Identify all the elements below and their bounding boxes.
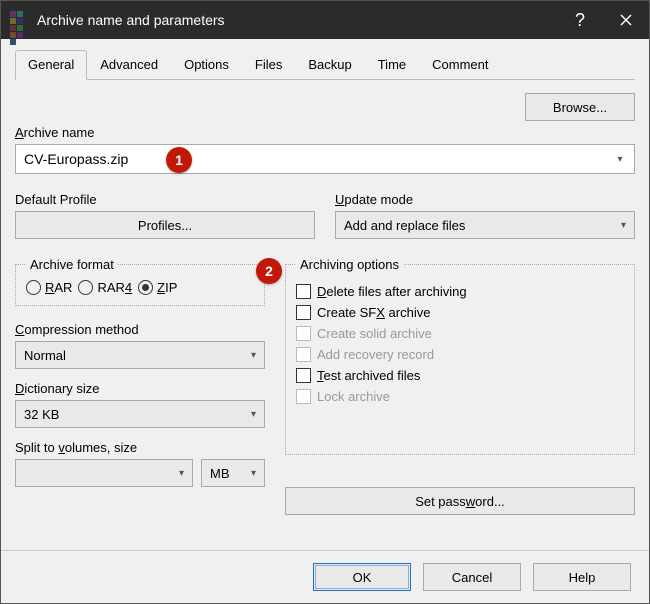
archive-name-input[interactable]: ▾ 1 [15, 144, 635, 174]
dialog-window: Archive name and parameters ? GeneralAdv… [0, 0, 650, 604]
tab-time[interactable]: Time [365, 50, 419, 79]
help-button[interactable]: Help [533, 563, 631, 591]
tab-files[interactable]: Files [242, 50, 295, 79]
update-mode-label: Update mode [335, 192, 635, 207]
split-unit-select[interactable]: MB ▾ [201, 459, 265, 487]
dictionary-select[interactable]: 32 KB ▾ [15, 400, 265, 428]
set-password-button[interactable]: Set password... [285, 487, 635, 515]
split-label: Split to volumes, size [15, 440, 265, 455]
chevron-down-icon[interactable]: ▾ [251, 468, 256, 479]
dialog-footer: OK Cancel Help [1, 550, 649, 603]
chevron-down-icon[interactable]: ▾ [251, 409, 256, 420]
chevron-down-icon[interactable]: ▾ [612, 154, 628, 165]
chevron-down-icon[interactable]: ▾ [251, 350, 256, 361]
archiving-options-label: Archiving options [296, 257, 403, 272]
help-icon[interactable]: ? [557, 1, 603, 39]
profiles-button[interactable]: Profiles... [15, 211, 315, 239]
annotation-2: 2 [256, 258, 282, 284]
tab-backup[interactable]: Backup [295, 50, 364, 79]
radio-rar4[interactable]: RAR4 [78, 280, 132, 295]
tab-comment[interactable]: Comment [419, 50, 501, 79]
chevron-down-icon[interactable]: ▾ [179, 468, 184, 479]
check-create-sfx-archive[interactable]: Create SFX archive [296, 305, 624, 320]
check-delete-files-after-archiving[interactable]: Delete files after archiving [296, 284, 624, 299]
archive-name-field[interactable] [22, 150, 612, 168]
tab-advanced[interactable]: Advanced [87, 50, 171, 79]
titlebar: Archive name and parameters ? [1, 1, 649, 39]
close-icon[interactable] [603, 1, 649, 39]
tab-strip: GeneralAdvancedOptionsFilesBackupTimeCom… [15, 50, 635, 80]
window-title: Archive name and parameters [37, 12, 557, 28]
ok-button[interactable]: OK [313, 563, 411, 591]
browse-button[interactable]: Browse... [525, 93, 635, 121]
archive-format-label: Archive format [26, 257, 118, 272]
archive-format-group: Archive format RARRAR4ZIP 2 [15, 257, 265, 306]
cancel-button[interactable]: Cancel [423, 563, 521, 591]
check-add-recovery-record: Add recovery record [296, 347, 624, 362]
compression-label: Compression method [15, 322, 265, 337]
archive-name-label: Archive name [15, 125, 635, 140]
dictionary-label: Dictionary size [15, 381, 265, 396]
compression-select[interactable]: Normal ▾ [15, 341, 265, 369]
tab-options[interactable]: Options [171, 50, 242, 79]
default-profile-label: Default Profile [15, 192, 315, 207]
dialog-body: GeneralAdvancedOptionsFilesBackupTimeCom… [1, 39, 649, 550]
check-test-archived-files[interactable]: Test archived files [296, 368, 624, 383]
radio-rar[interactable]: RAR [26, 280, 72, 295]
split-size-select[interactable]: ▾ [15, 459, 193, 487]
tab-general[interactable]: General [15, 50, 87, 80]
annotation-1: 1 [166, 147, 192, 173]
check-create-solid-archive: Create solid archive [296, 326, 624, 341]
archiving-options-group: Archiving options Delete files after arc… [285, 257, 635, 455]
check-lock-archive: Lock archive [296, 389, 624, 404]
update-mode-select[interactable]: Add and replace files ▾ [335, 211, 635, 239]
app-icon [9, 10, 29, 30]
radio-zip[interactable]: ZIP [138, 280, 177, 295]
chevron-down-icon[interactable]: ▾ [621, 220, 626, 231]
